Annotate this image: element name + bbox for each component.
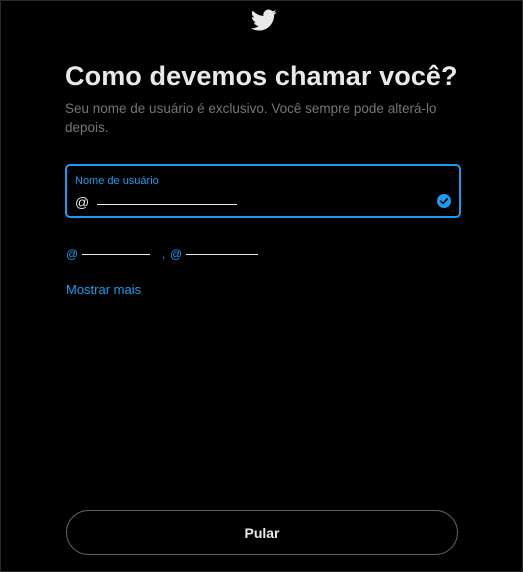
suggestion-at-prefix: @ (170, 247, 183, 261)
suggestion-redacted (186, 254, 259, 256)
username-suggestion[interactable]: @ (66, 247, 151, 261)
username-at-prefix: @ (75, 194, 90, 210)
suggestion-redacted (82, 254, 151, 256)
suggestion-separator: , (162, 247, 166, 261)
username-suggestion[interactable]: @ (170, 247, 259, 261)
twitter-logo-icon (249, 7, 279, 33)
page-title: Como devemos chamar você? (65, 61, 458, 91)
suggestion-at-prefix: @ (66, 247, 79, 261)
username-input[interactable]: Nome de usuário @ (65, 164, 461, 218)
username-field-label: Nome de usuário (75, 175, 159, 187)
checkmark-circle-icon (437, 194, 451, 208)
page-subtitle: Seu nome de usuário é exclusivo. Você se… (65, 101, 437, 135)
username-value-redacted (97, 204, 237, 205)
show-more-link[interactable]: Mostrar mais (66, 282, 141, 297)
signup-dialog: Como devemos chamar você? Seu nome de us… (0, 0, 523, 572)
skip-button[interactable]: Pular (66, 510, 458, 555)
